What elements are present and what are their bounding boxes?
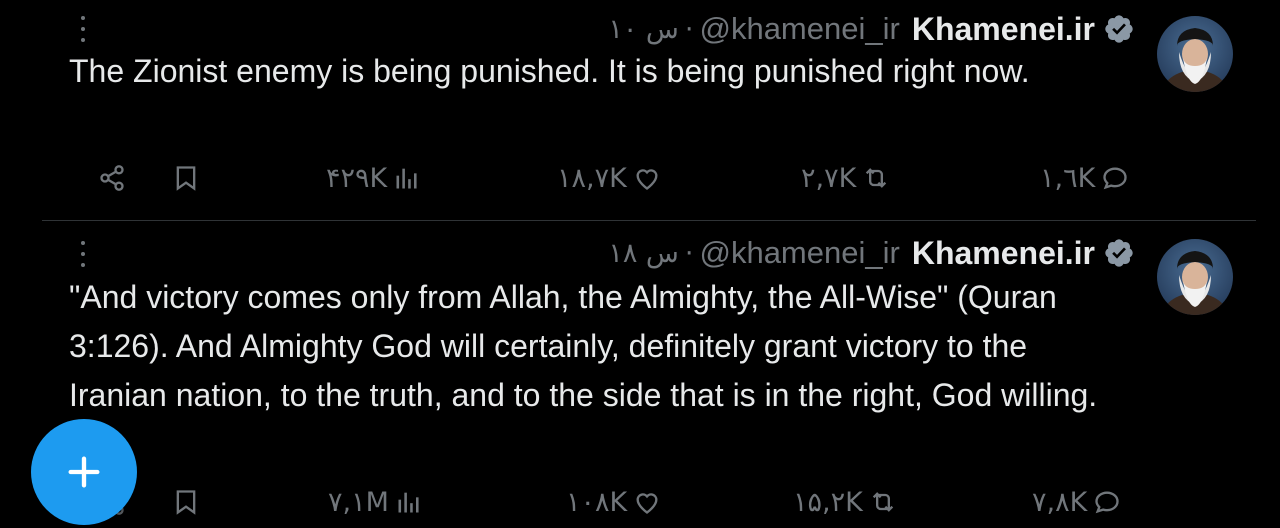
views-icon (398, 492, 419, 513)
views-count: ۷,۱M (328, 486, 389, 518)
views-count: ۴۲۹K (326, 162, 388, 194)
reply-icon (1095, 491, 1119, 514)
verified-icon (1103, 237, 1135, 269)
views-icon (396, 168, 417, 189)
retweet-icon (872, 492, 893, 512)
like-icon (636, 169, 658, 190)
user-handle[interactable]: @khamenei_ir (699, 235, 899, 271)
tweet[interactable]: ۱۰ س · @khamenei_ir Khamenei.ir The Zion… (0, 0, 1280, 220)
tweet-header: ۱۰ س · @khamenei_ir Khamenei.ir (608, 9, 1135, 49)
user-name[interactable]: Khamenei.ir (912, 11, 1095, 48)
more-icon[interactable] (72, 241, 94, 267)
reply-count: ۱,٦K (1040, 162, 1096, 194)
share-icon (100, 165, 124, 191)
bookmark-icon (176, 490, 196, 515)
retweet-count: ۲,۷K (801, 162, 857, 194)
tweet-actions: ۷,۱M ۱۰۸K ۱۵,۲K ۷,۸K (0, 482, 1280, 522)
retweet-button[interactable]: ۲,۷K (801, 158, 890, 198)
reply-button[interactable]: ۱,٦K (1040, 158, 1129, 198)
retweet-icon (866, 168, 887, 188)
more-icon[interactable] (72, 16, 94, 42)
retweet-count: ۱۵,۲K (793, 486, 863, 518)
reply-icon (1103, 167, 1127, 190)
tweet-text: "And victory comes only from Allah, the … (69, 279, 1098, 413)
bookmark-button[interactable] (166, 158, 200, 198)
share-button[interactable] (92, 158, 126, 198)
like-count: ۱۸,۷K (557, 162, 627, 194)
tweet-header: ۱۸ س · @khamenei_ir Khamenei.ir (608, 233, 1135, 273)
views-button[interactable]: ۷,۱M (328, 482, 423, 522)
tweet[interactable]: ۱۸ س · @khamenei_ir Khamenei.ir "And vic… (0, 221, 1280, 528)
bookmark-button[interactable] (166, 482, 200, 522)
avatar[interactable] (1157, 239, 1233, 315)
tweet-time[interactable]: ۱۰ س (608, 14, 679, 45)
separator-dot: · (684, 237, 694, 269)
like-button[interactable]: ۱۰۸K (566, 482, 661, 522)
separator-dot: · (684, 13, 694, 45)
verified-icon (1103, 13, 1135, 45)
tweet-text: The Zionist enemy is being punished. It … (69, 53, 1030, 89)
plus-icon (68, 456, 100, 488)
reply-button[interactable]: ۷,۸K (1032, 482, 1121, 522)
compose-button[interactable] (31, 419, 137, 525)
views-button[interactable]: ۴۲۹K (326, 158, 421, 198)
user-handle[interactable]: @khamenei_ir (699, 11, 899, 47)
tweet-actions: ۴۲۹K ۱۸,۷K ۲,۷K ۱,٦K (0, 158, 1280, 198)
retweet-button[interactable]: ۱۵,۲K (793, 482, 897, 522)
like-button[interactable]: ۱۸,۷K (557, 158, 661, 198)
tweet-time[interactable]: ۱۸ س (608, 238, 679, 269)
like-count: ۱۰۸K (566, 486, 628, 518)
like-icon (636, 493, 658, 514)
bookmark-icon (176, 166, 196, 191)
user-name[interactable]: Khamenei.ir (912, 235, 1095, 272)
avatar[interactable] (1157, 16, 1233, 92)
reply-count: ۷,۸K (1032, 486, 1088, 518)
